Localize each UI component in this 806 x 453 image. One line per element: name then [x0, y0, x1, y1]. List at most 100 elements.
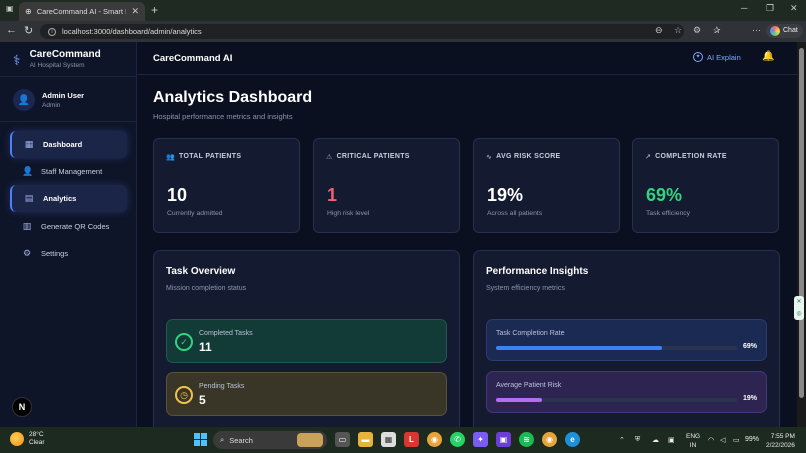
weather-temp: 28°C	[29, 431, 44, 438]
side-widget-icon[interactable]: ✕ ◎	[794, 296, 804, 320]
stat-caption: High risk level	[327, 210, 370, 217]
close-tab-icon[interactable]: ✕	[131, 6, 139, 17]
favorites-bar-icon[interactable]: ✰	[713, 25, 721, 36]
site-info-icon[interactable]: i	[48, 27, 56, 36]
panel-title: Task Overview	[166, 266, 236, 277]
ai-explain-label: AI Explain	[707, 52, 741, 62]
analytics-icon: ▤	[24, 193, 34, 203]
more-icon[interactable]: ···	[752, 25, 761, 35]
stat-value: 10	[167, 185, 188, 205]
stat-label: CRITICAL PATIENTS	[336, 153, 410, 160]
task-overview-panel: Task Overview Mission completion status …	[153, 250, 460, 427]
back-icon[interactable]: ←	[6, 24, 17, 36]
clock-time: 7:55 PM	[770, 433, 795, 440]
reload-icon[interactable]: ↻	[24, 24, 33, 37]
volume-icon[interactable]: ◁	[720, 436, 725, 444]
stat-caption: Task efficiency	[646, 210, 691, 217]
pending-tasks-label: Pending Tasks	[199, 383, 245, 390]
favorite-icon[interactable]: ☆	[674, 25, 682, 36]
chrome-icon[interactable]: ◉	[427, 432, 442, 447]
search-highlight-image	[297, 433, 323, 447]
sidebar: ⚕ CareCommand AI Hospital System 👤 Admin…	[0, 42, 137, 427]
brand-subtitle: AI Hospital System	[29, 62, 85, 69]
metric-average-patient-risk: Average Patient Risk 19%	[486, 371, 767, 413]
minimize-icon[interactable]: ─	[741, 3, 747, 13]
stat-value: 69%	[646, 185, 683, 205]
sidebar-item-dashboard[interactable]: ▦ Dashboard	[10, 131, 127, 158]
new-tab-button[interactable]: +	[151, 3, 158, 17]
sidebar-item-settings[interactable]: ⚙ Settings	[10, 240, 127, 267]
start-button-icon[interactable]	[194, 433, 207, 446]
defender-icon[interactable]: ⛨	[635, 436, 640, 444]
metric-value: 19%	[742, 395, 757, 402]
task-view-icon[interactable]: ▭	[335, 432, 350, 447]
stat-card-avg-risk-score: ∿ AVG RISK SCORE 19% Across all patients	[473, 138, 620, 233]
tab-actions-icon[interactable]: ▣	[6, 4, 14, 13]
sidebar-item-label: Generate QR Codes	[41, 222, 110, 231]
url-field[interactable]: i localhost:3000/dashboard/admin/analyti…	[40, 24, 684, 39]
weather-desc: Clear	[29, 439, 45, 446]
stat-caption: Currently admitted	[167, 210, 223, 217]
sidebar-item-analytics[interactable]: ▤ Analytics	[10, 185, 127, 212]
page-scrollbar[interactable]	[797, 42, 806, 427]
sidebar-item-generate-qr-codes[interactable]: ▥ Generate QR Codes	[10, 213, 127, 240]
panel-subtitle: System efficiency metrics	[486, 285, 565, 292]
stat-card-total-patients: 👥 TOTAL PATIENTS 10 Currently admitted	[153, 138, 300, 233]
edge-icon[interactable]: e	[565, 432, 580, 447]
chrome-profile-icon[interactable]: ◉	[542, 432, 557, 447]
address-bar: ← ↻ i localhost:3000/dashboard/admin/ana…	[0, 21, 806, 57]
completed-tasks-card: ✓ Completed Tasks 11	[166, 319, 447, 363]
weather-widget[interactable]: 28°C Clear	[10, 431, 45, 447]
browser-tab[interactable]: ⊕ CareCommand AI - Smart Digital H ✕	[19, 2, 145, 21]
url-text: localhost:3000/dashboard/admin/analytics	[62, 27, 202, 36]
nextjs-dev-badge[interactable]: N	[12, 397, 32, 417]
restore-icon[interactable]: ❐	[766, 3, 774, 14]
sidebar-item-label: Dashboard	[43, 140, 83, 149]
tray-app-icon[interactable]: ▣	[668, 436, 675, 444]
whatsapp-icon[interactable]: ✆	[450, 432, 465, 447]
reader-icon[interactable]: ⊖	[655, 25, 663, 36]
battery-percent: 99%	[745, 436, 760, 443]
clock-icon: ◷	[175, 386, 193, 404]
battery-icon[interactable]: ▭	[733, 436, 740, 444]
copilot-icon[interactable]: ✦	[473, 432, 488, 447]
progress-track	[496, 398, 737, 402]
sidebar-item-staff-management[interactable]: 👤 Staff Management	[10, 158, 127, 185]
onedrive-icon[interactable]: ☁	[652, 436, 659, 444]
user-name: Admin User	[42, 91, 85, 100]
wifi-icon[interactable]: ◠	[708, 436, 714, 444]
user-card: 👤 Admin User Admin	[13, 89, 84, 111]
users-icon: 👥	[166, 154, 176, 161]
taskbar-search[interactable]: ⌕ Search	[213, 431, 327, 449]
close-window-icon[interactable]: ✕	[790, 3, 798, 14]
language-indicator[interactable]: ENG IN	[686, 432, 700, 450]
metric-label: Task Completion Rate	[496, 330, 565, 337]
app-l-icon[interactable]: L	[404, 432, 419, 447]
stat-card-completion-rate: ↗ COMPLETION RATE 69% Task efficiency	[632, 138, 779, 233]
brand-name: CareCommand	[29, 49, 101, 60]
extensions-icon[interactable]: ⚙	[693, 25, 701, 36]
brand: ⚕ CareCommand AI Hospital System	[13, 49, 101, 69]
stat-value: 19%	[487, 185, 524, 205]
notification-bell-icon[interactable]: 🔔	[762, 51, 774, 62]
lang-code: ENG	[686, 433, 701, 440]
dashboard-icon: ▦	[24, 139, 34, 149]
scrollbar-thumb[interactable]	[799, 48, 804, 398]
app-root: ⚕ CareCommand AI Hospital System 👤 Admin…	[0, 42, 806, 427]
system-clock[interactable]: 7:55 PM 2/22/2026	[766, 432, 795, 450]
metric-label: Average Patient Risk	[496, 382, 562, 389]
stat-label: TOTAL PATIENTS	[179, 153, 242, 160]
file-explorer-icon[interactable]: ▬	[358, 432, 373, 447]
globe-icon: ⊕	[25, 7, 32, 16]
app-icon[interactable]: ▣	[496, 432, 511, 447]
copilot-chat-button[interactable]: Chat	[766, 24, 803, 38]
stat-caption: Across all patients	[487, 210, 543, 217]
spotify-icon[interactable]: ≋	[519, 432, 534, 447]
weather-sun-icon	[10, 432, 24, 446]
show-hidden-icons[interactable]: ⌃	[619, 436, 625, 444]
ai-explain-button[interactable]: ✦ AI Explain	[693, 52, 741, 62]
page-title: Analytics Dashboard	[153, 89, 313, 106]
store-icon[interactable]: ▦	[381, 432, 396, 447]
user-avatar-icon: 👤	[13, 89, 35, 111]
check-circle-icon: ✓	[175, 333, 193, 351]
